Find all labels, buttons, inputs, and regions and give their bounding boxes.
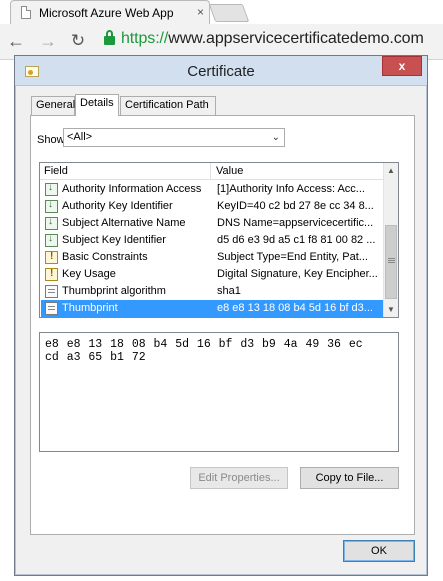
new-tab-button[interactable] (208, 4, 250, 22)
list-item[interactable]: Authority Information Access [1]Authority… (41, 181, 383, 198)
down-arrow-icon (45, 216, 58, 230)
field-name: Basic Constraints (62, 251, 148, 263)
down-arrow-icon (45, 182, 58, 196)
field-value: d5 d6 e3 9d a5 c1 f8 81 00 82 ... (217, 234, 376, 246)
list-scrollbar[interactable]: ▲ ▼ (383, 163, 398, 317)
dialog-titlebar[interactable]: Certificate x (15, 56, 427, 86)
close-button[interactable]: x (382, 56, 422, 76)
list-item[interactable]: Thumbprint algorithm sha1 (41, 283, 383, 300)
field-name: Thumbprint algorithm (62, 285, 166, 297)
value-text: e8 e8 13 18 08 b4 5d 16 bf d3 b9 4a 49 3… (45, 338, 385, 364)
page-icon (21, 6, 31, 19)
grip-icon (388, 258, 395, 259)
field-value: Digital Signature, Key Encipher... (217, 268, 378, 280)
forward-arrow-icon[interactable]: → (38, 31, 58, 51)
value-textbox[interactable]: e8 e8 13 18 08 b4 5d 16 bf d3 b9 4a 49 3… (39, 332, 399, 452)
list-item[interactable]: Basic Constraints Subject Type=End Entity… (41, 249, 383, 266)
copy-to-file-button[interactable]: Copy to File... (300, 467, 399, 489)
field-name: Key Usage (62, 268, 116, 280)
tab-strip: Microsoft Azure Web App × (0, 0, 443, 24)
field-name: Authority Key Identifier (62, 200, 173, 212)
certificate-dialog: Certificate x General Details Certificat… (14, 55, 428, 576)
address-bar[interactable]: https://www.appservicecertificatedemo.co… (121, 30, 424, 48)
ok-button[interactable]: OK (343, 540, 415, 562)
scroll-up-icon[interactable]: ▲ (384, 163, 398, 178)
warning-icon (45, 251, 58, 264)
dialog-title: Certificate (187, 63, 255, 80)
warning-icon (45, 268, 58, 281)
tab-details[interactable]: Details (75, 94, 119, 116)
reload-icon[interactable]: ↻ (68, 31, 88, 51)
field-value: sha1 (217, 285, 241, 297)
url-host: www.appservicecertificatedemo.com (168, 30, 424, 47)
back-arrow-icon[interactable]: ← (6, 31, 26, 51)
list-item[interactable]: Key Usage Digital Signature, Key Encipher… (41, 266, 383, 283)
browser-tab[interactable]: Microsoft Azure Web App × (10, 0, 210, 24)
browser-tab-title: Microsoft Azure Web App (39, 6, 174, 20)
tab-general[interactable]: General (31, 96, 75, 115)
field-name: Subject Key Identifier (62, 234, 166, 246)
property-icon (45, 302, 58, 315)
property-icon (45, 285, 58, 298)
column-header-field[interactable]: Field (44, 165, 68, 177)
tab-close-icon[interactable]: × (197, 5, 204, 19)
list-header: Field Value (40, 163, 384, 180)
show-select[interactable]: <All> ⌄ (63, 128, 285, 147)
column-header-value[interactable]: Value (216, 165, 243, 177)
scroll-thumb[interactable] (385, 225, 397, 299)
value-text-line: e8 e8 13 18 08 b4 5d 16 bf d3 b9 4a 49 3… (45, 338, 363, 351)
edit-properties-button[interactable]: Edit Properties... (190, 467, 288, 489)
list-item[interactable]: Subject Alternative Name DNS Name=appserv… (41, 215, 383, 232)
column-divider[interactable] (210, 163, 211, 180)
list-item[interactable]: Subject Key Identifier d5 d6 e3 9d a5 c1 … (41, 232, 383, 249)
value-text-line: cd a3 65 b1 72 (45, 351, 146, 364)
down-arrow-icon (45, 233, 58, 247)
list-item[interactable]: Thumbprint e8 e8 13 18 08 b4 5d 16 bf d3.… (41, 300, 383, 317)
field-name: Subject Alternative Name (62, 217, 186, 229)
field-value: KeyID=40 c2 bd 27 8e cc 34 8... (217, 200, 374, 212)
browser-window: Microsoft Azure Web App × ← → ↻ https://… (0, 0, 443, 60)
field-value: e8 e8 13 18 08 b4 5d 16 bf d3... (217, 302, 373, 314)
field-value: Subject Type=End Entity, Pat... (217, 251, 368, 263)
fields-list[interactable]: Field Value Authority Information Access… (39, 162, 399, 318)
field-name: Thumbprint (62, 302, 118, 314)
chevron-down-icon: ⌄ (271, 132, 280, 143)
field-value: DNS Name=appservicecertific... (217, 217, 374, 229)
lock-icon[interactable] (104, 30, 115, 45)
show-select-value: <All> (67, 131, 93, 143)
down-arrow-icon (45, 199, 58, 213)
field-name: Authority Information Access (62, 183, 202, 195)
scroll-down-icon[interactable]: ▼ (384, 302, 398, 317)
field-value: [1]Authority Info Access: Acc... (217, 183, 365, 195)
list-item[interactable]: Authority Key Identifier KeyID=40 c2 bd 2… (41, 198, 383, 215)
tab-certification-path[interactable]: Certification Path (120, 96, 216, 115)
url-scheme: https:// (121, 30, 169, 47)
